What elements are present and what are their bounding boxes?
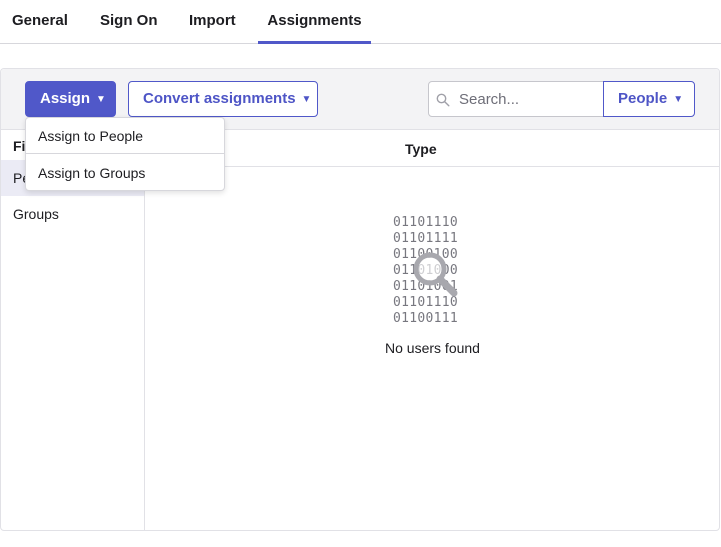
empty-state-message: No users found (385, 340, 480, 356)
tab-assignments[interactable]: Assignments (258, 0, 371, 44)
table-header: Type (146, 130, 719, 167)
tab-general[interactable]: General (12, 0, 68, 44)
magnifier-icon (413, 252, 458, 297)
menu-item-assign-to-groups[interactable]: Assign to Groups (26, 155, 224, 191)
binary-line: 01101111 (393, 231, 459, 246)
assign-dropdown-menu: Assign to People Assign to Groups (25, 117, 225, 191)
search-input[interactable] (459, 82, 599, 116)
menu-item-assign-to-people[interactable]: Assign to People (26, 118, 224, 154)
search-box (428, 81, 604, 117)
assign-button[interactable]: Assign ▼ (25, 81, 116, 117)
empty-state: 01101110 01101111 01100100 01101000 0110… (146, 167, 719, 367)
tab-import[interactable]: Import (189, 0, 236, 44)
people-filter-select[interactable]: People ▼ (603, 81, 695, 117)
convert-assignments-button[interactable]: Convert assignments ▼ (128, 81, 318, 117)
caret-down-icon: ▼ (301, 94, 312, 105)
filter-item-groups[interactable]: Groups (1, 196, 144, 232)
caret-down-icon: ▼ (673, 94, 684, 105)
tab-sign-on[interactable]: Sign On (100, 0, 158, 44)
tab-bar: General Sign On Import Assignments (0, 0, 721, 44)
assign-button-label: Assign (40, 90, 91, 107)
people-filter-label: People (618, 90, 668, 107)
binary-line: 01101110 (393, 215, 459, 230)
binary-line: 01100111 (393, 311, 459, 326)
convert-assignments-label: Convert assignments (143, 90, 296, 107)
caret-down-icon: ▼ (96, 94, 106, 105)
column-header-type[interactable]: Type (405, 141, 437, 157)
search-icon (436, 93, 450, 107)
